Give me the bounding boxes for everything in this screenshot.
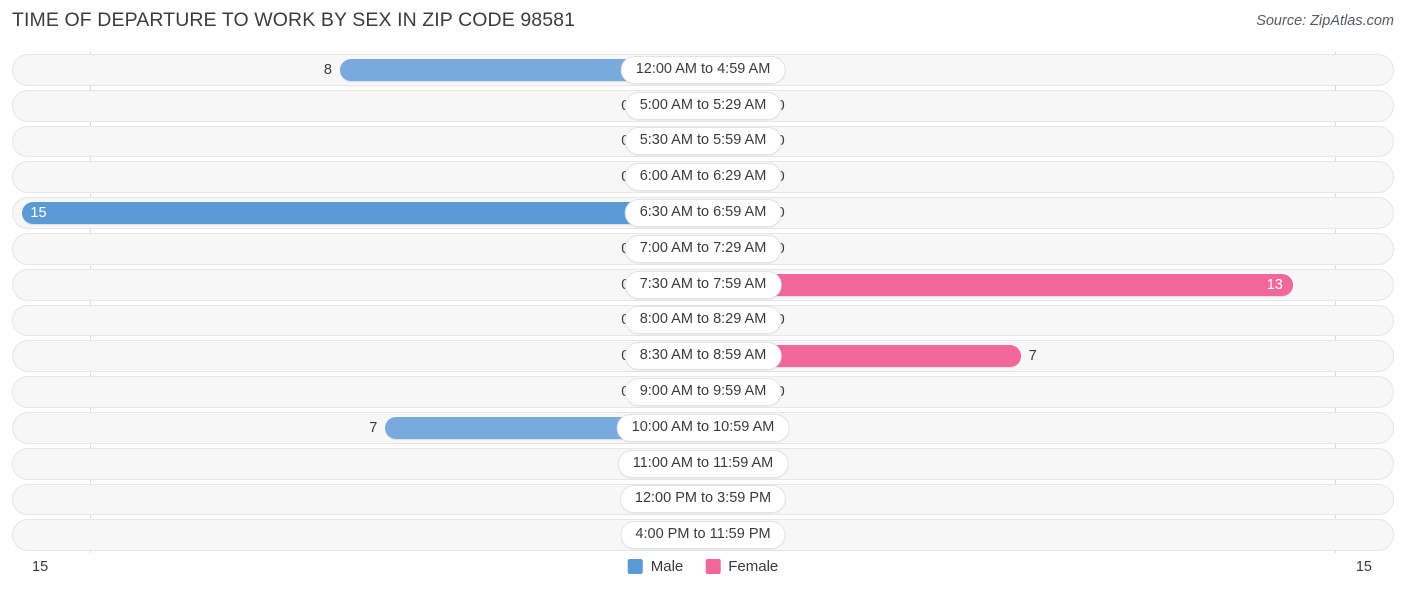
legend-label-female: Female bbox=[728, 558, 779, 575]
category-label: 11:00 AM to 11:59 AM bbox=[617, 449, 789, 478]
female-bar-group: 0 bbox=[703, 488, 1394, 511]
legend-swatch-male-icon bbox=[627, 559, 643, 574]
category-label: 5:00 AM to 5:29 AM bbox=[624, 91, 782, 120]
bar-row[interactable]: 006:00 AM to 6:29 AM bbox=[12, 159, 1394, 195]
male-bar[interactable] bbox=[22, 202, 703, 225]
bar-row[interactable]: 7 010:00 AM to 10:59 AM bbox=[12, 410, 1394, 446]
male-bar-group: 0 bbox=[12, 237, 703, 260]
female-bar-group: 7 bbox=[703, 345, 1394, 368]
male-bar-group: 0 bbox=[12, 130, 703, 153]
bar-row[interactable]: 0 7 8:30 AM to 8:59 AM bbox=[12, 338, 1394, 374]
bar-row[interactable]: 008:00 AM to 8:29 AM bbox=[12, 303, 1394, 339]
chart-container: TIME OF DEPARTURE TO WORK BY SEX IN ZIP … bbox=[0, 0, 1406, 595]
bar-row[interactable]: 005:00 AM to 5:29 AM bbox=[12, 88, 1394, 124]
male-bar-wrap: 15 bbox=[22, 202, 703, 225]
bar-row[interactable]: 8 012:00 AM to 4:59 AM bbox=[12, 52, 1394, 88]
female-bar-group: 0 bbox=[703, 452, 1394, 475]
chart-footer: 15 15 Male Female bbox=[12, 556, 1394, 586]
female-bar-group: 0 bbox=[703, 166, 1394, 189]
category-label: 4:00 PM to 11:59 PM bbox=[620, 521, 786, 550]
bar-row[interactable]: 0011:00 AM to 11:59 AM bbox=[12, 446, 1394, 482]
category-label: 5:30 AM to 5:59 AM bbox=[624, 127, 782, 156]
category-label: 6:30 AM to 6:59 AM bbox=[624, 199, 782, 228]
male-bar-group: 0 bbox=[12, 381, 703, 404]
female-bar-group: 0 bbox=[703, 381, 1394, 404]
plot-area: 8012:00 AM to 4:59 AM005:00 AM to 5:29 A… bbox=[12, 52, 1394, 553]
bar-row[interactable]: 009:00 AM to 9:59 AM bbox=[12, 374, 1394, 410]
axis-min-label: 15 bbox=[32, 559, 49, 575]
female-bar-group: 0 bbox=[703, 94, 1394, 117]
category-label: 7:30 AM to 7:59 AM bbox=[624, 270, 782, 299]
bar-row[interactable]: 15 06:30 AM to 6:59 AM bbox=[12, 195, 1394, 231]
category-label: 12:00 PM to 3:59 PM bbox=[619, 485, 787, 514]
female-value-label: 7 bbox=[1028, 348, 1037, 365]
female-bar-group: 0 bbox=[703, 416, 1394, 439]
female-bar-group: 0 bbox=[703, 237, 1394, 260]
bar-row[interactable]: 0 13 7:30 AM to 7:59 AM bbox=[12, 267, 1394, 303]
legend-label-male: Male bbox=[650, 558, 684, 575]
female-bar-group: 0 bbox=[703, 202, 1394, 225]
bar-row[interactable]: 004:00 PM to 11:59 PM bbox=[12, 517, 1394, 553]
legend-item-female[interactable]: Female bbox=[705, 558, 778, 575]
male-bar-group: 0 bbox=[12, 273, 703, 296]
category-label: 7:00 AM to 7:29 AM bbox=[624, 234, 782, 263]
female-bar[interactable] bbox=[703, 273, 1293, 296]
male-bar-group: 0 bbox=[12, 452, 703, 475]
female-bar-group: 0 bbox=[703, 524, 1394, 547]
male-bar-group: 0 bbox=[12, 345, 703, 368]
male-bar-group: 0 bbox=[12, 94, 703, 117]
legend: Male Female bbox=[627, 558, 778, 575]
male-bar-group: 0 bbox=[12, 309, 703, 332]
female-bar-group: 13 bbox=[703, 273, 1394, 296]
male-value-label: 8 bbox=[323, 61, 332, 78]
category-label: 10:00 AM to 10:59 AM bbox=[616, 413, 790, 442]
bar-row[interactable]: 0012:00 PM to 3:59 PM bbox=[12, 482, 1394, 518]
male-bar-group: 7 bbox=[12, 416, 703, 439]
chart-header: TIME OF DEPARTURE TO WORK BY SEX IN ZIP … bbox=[0, 0, 1406, 44]
page-title: TIME OF DEPARTURE TO WORK BY SEX IN ZIP … bbox=[12, 9, 576, 31]
category-label: 6:00 AM to 6:29 AM bbox=[624, 163, 782, 192]
female-value-label: 13 bbox=[1266, 276, 1283, 293]
source-attribution: Source: ZipAtlas.com bbox=[1256, 13, 1394, 29]
bar-row[interactable]: 007:00 AM to 7:29 AM bbox=[12, 231, 1394, 267]
male-value-label: 7 bbox=[369, 419, 378, 436]
male-bar-group: 15 bbox=[12, 202, 703, 225]
category-label: 8:30 AM to 8:59 AM bbox=[624, 342, 782, 371]
female-bar-wrap: 13 bbox=[703, 273, 1293, 296]
female-bar-group: 0 bbox=[703, 58, 1394, 81]
bar-row[interactable]: 005:30 AM to 5:59 AM bbox=[12, 124, 1394, 160]
category-label: 9:00 AM to 9:59 AM bbox=[624, 378, 782, 407]
male-bar-group: 0 bbox=[12, 488, 703, 511]
female-bar-group: 0 bbox=[703, 309, 1394, 332]
male-value-label: 15 bbox=[30, 204, 47, 221]
category-label: 12:00 AM to 4:59 AM bbox=[620, 55, 786, 84]
male-bar-group: 0 bbox=[12, 166, 703, 189]
male-bar-group: 0 bbox=[12, 524, 703, 547]
legend-swatch-female-icon bbox=[705, 559, 721, 574]
female-bar-group: 0 bbox=[703, 130, 1394, 153]
male-bar-group: 8 bbox=[12, 58, 703, 81]
category-label: 8:00 AM to 8:29 AM bbox=[624, 306, 782, 335]
bar-row-list: 8012:00 AM to 4:59 AM005:00 AM to 5:29 A… bbox=[12, 52, 1394, 553]
axis-max-label: 15 bbox=[1355, 559, 1372, 575]
legend-item-male[interactable]: Male bbox=[627, 558, 684, 575]
